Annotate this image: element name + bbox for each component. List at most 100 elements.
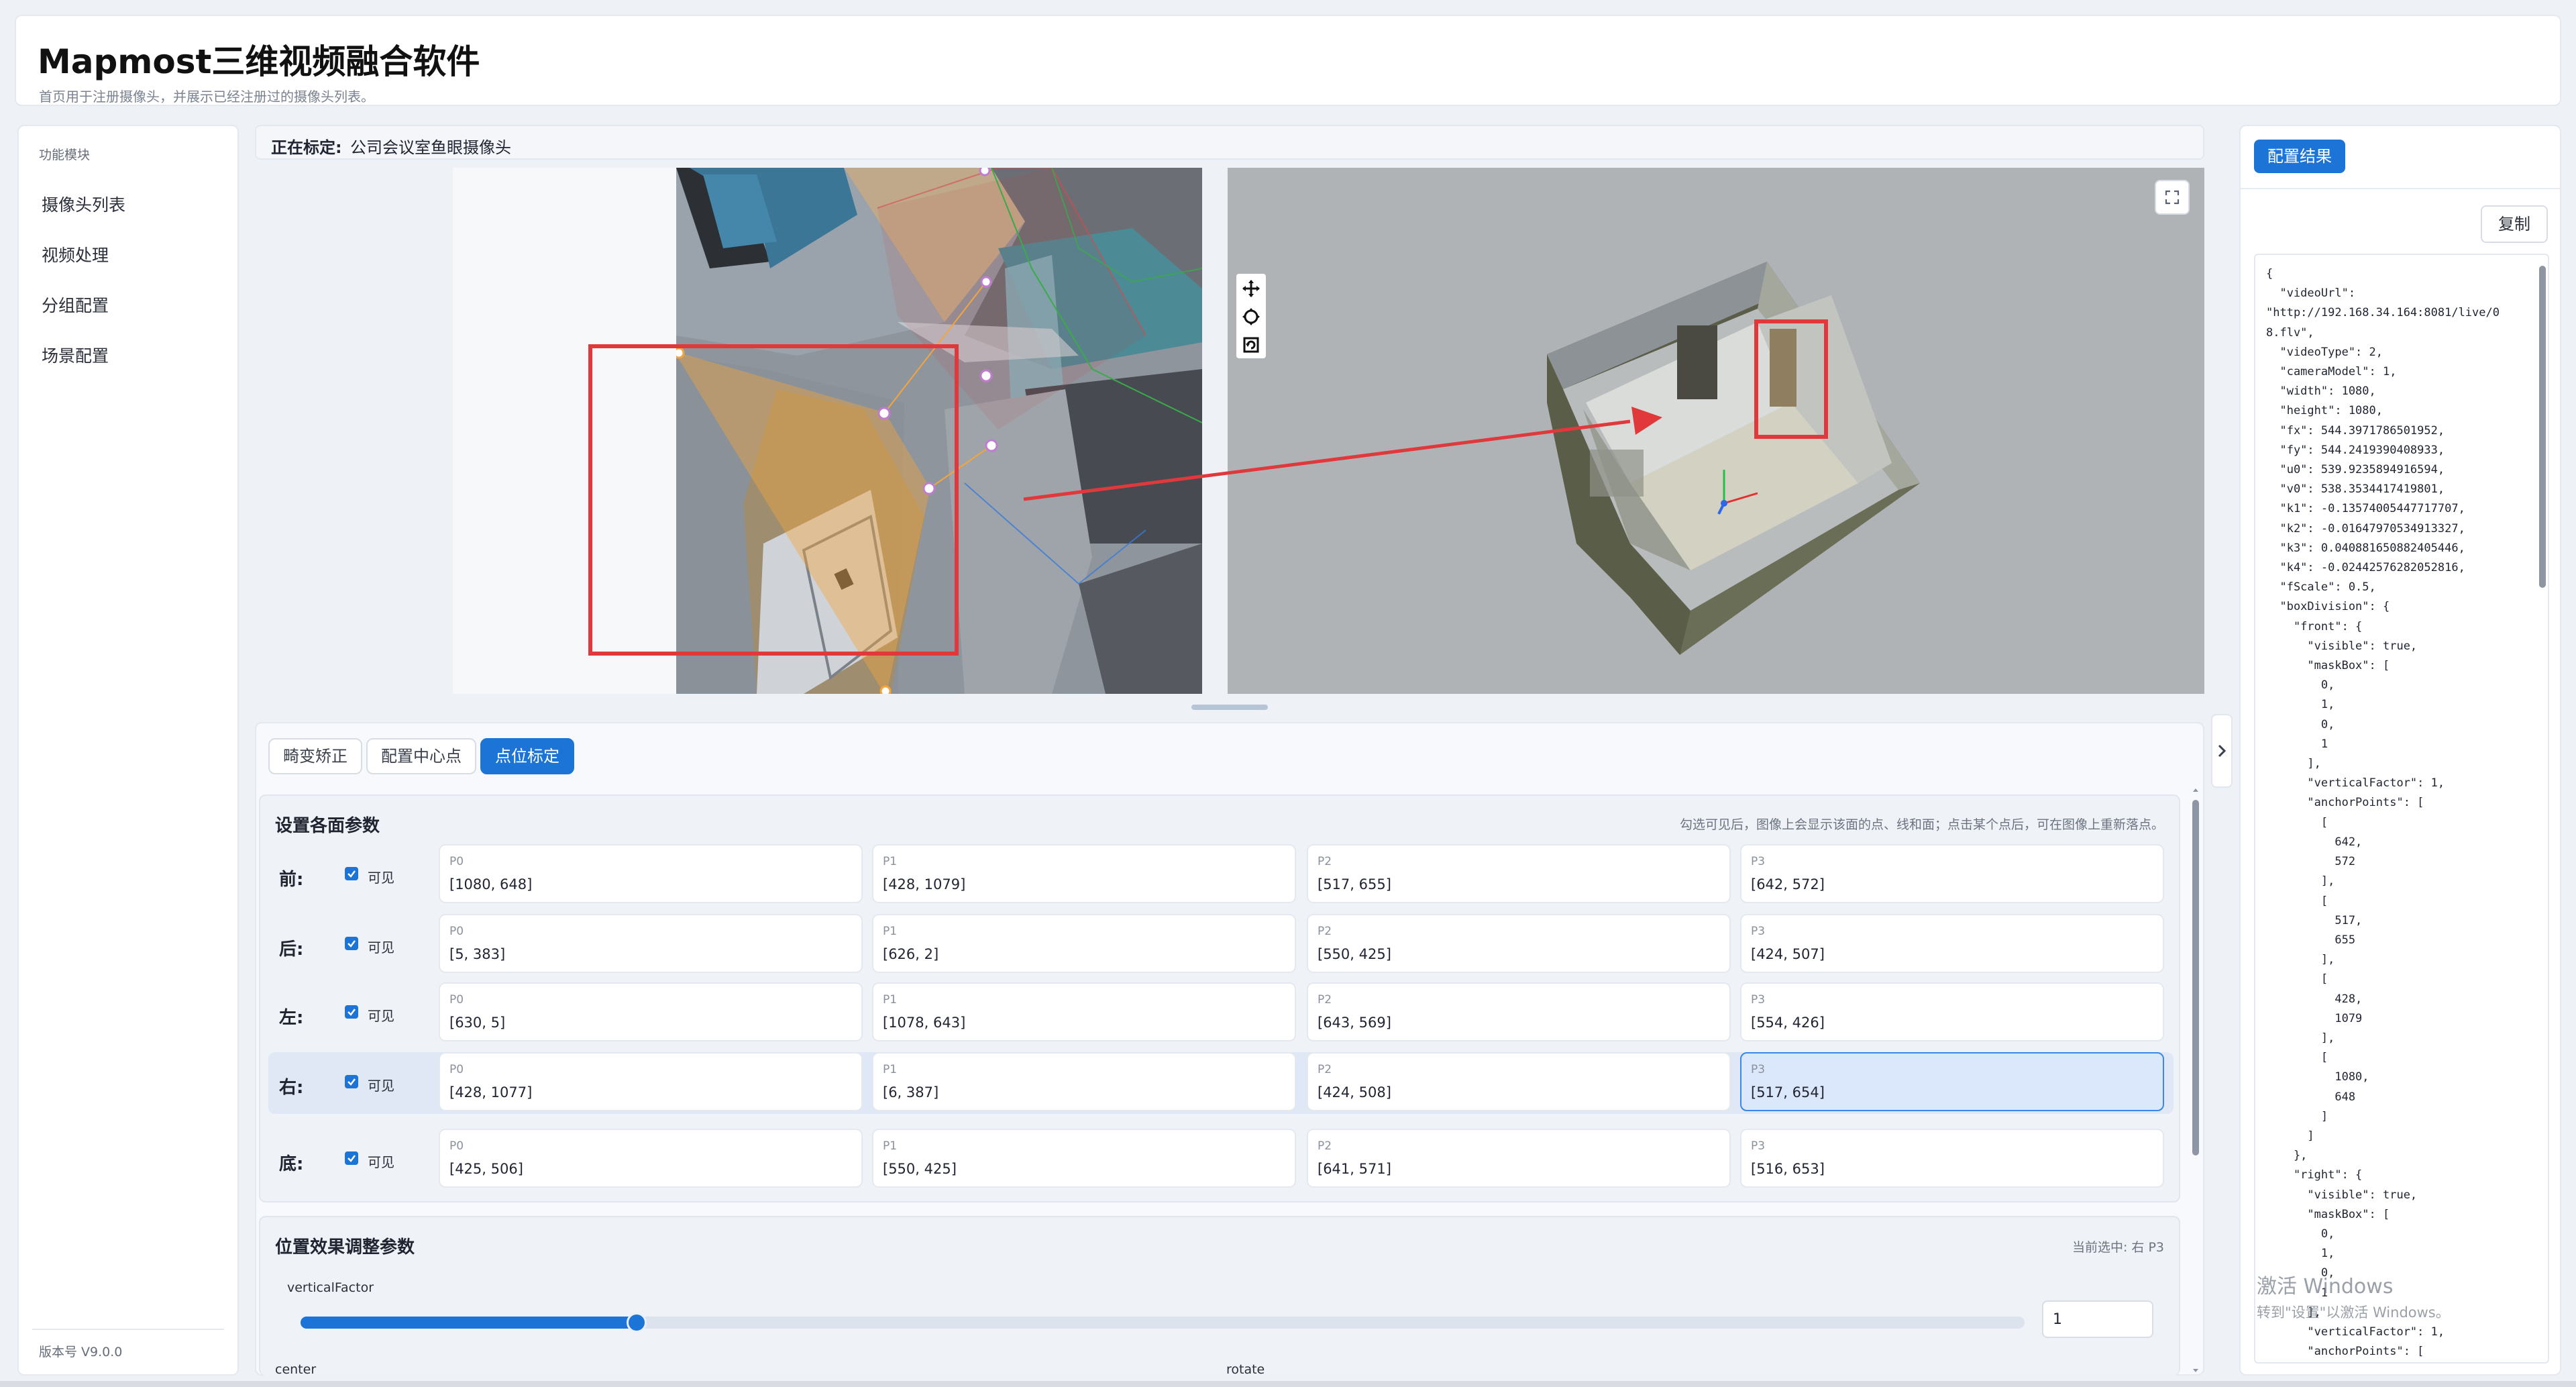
- point-value: [554, 426]: [1751, 1015, 1825, 1031]
- rotate-tool-button[interactable]: [1240, 306, 1262, 327]
- point-name: P2: [1318, 993, 1332, 1007]
- face-row: 底: 可见 P0 [425, 506] P1 [550, 425] P2 [641, 571]…: [268, 1129, 2174, 1190]
- point-value: [1078, 643]: [883, 1015, 966, 1031]
- point-card[interactable]: P0 [425, 506]: [439, 1129, 863, 1188]
- tab-config-result[interactable]: 配置结果: [2254, 140, 2345, 173]
- check-icon: [347, 1009, 356, 1016]
- vertical-factor-input[interactable]: [2042, 1300, 2153, 1338]
- face-visible-checkbox[interactable]: [345, 1075, 358, 1088]
- point-card[interactable]: P1 [550, 425]: [872, 1129, 1296, 1188]
- face-name: 前:: [279, 870, 304, 890]
- result-panel: 配置结果 复制 { "videoUrl": "http://192.168.34…: [2239, 125, 2561, 1376]
- point-value: [428, 1077]: [449, 1084, 533, 1100]
- point-name: P3: [1751, 1063, 1766, 1076]
- tab-point-calibration[interactable]: 点位标定: [480, 738, 574, 774]
- point-card[interactable]: P2 [550, 425]: [1307, 914, 1731, 973]
- reset-view-icon: [1243, 337, 1259, 353]
- face-visible-checkbox[interactable]: [345, 1151, 358, 1165]
- face-name: 右:: [279, 1078, 304, 1098]
- point-value: [5, 383]: [449, 946, 506, 962]
- check-icon: [347, 1155, 356, 1162]
- face-name: 左:: [279, 1008, 304, 1028]
- vertical-factor-slider-thumb[interactable]: [627, 1313, 647, 1333]
- fisheye-image[interactable]: [676, 168, 1202, 694]
- point-card[interactable]: P2 [643, 569]: [1307, 982, 1731, 1041]
- controls-scrollbar[interactable]: [2191, 785, 2200, 1376]
- point-name: P3: [1751, 855, 1766, 868]
- sidebar-item-video-processing[interactable]: 视频处理: [42, 242, 109, 266]
- point-card[interactable]: P2 [517, 655]: [1307, 844, 1731, 903]
- controls-scrollbar-thumb[interactable]: [2192, 800, 2199, 1155]
- vertical-factor-slider[interactable]: [301, 1313, 2025, 1333]
- face-visible-checkbox[interactable]: [345, 937, 358, 950]
- reset-view-button[interactable]: [1240, 334, 1262, 356]
- position-parameters-card: 位置效果调整参数 当前选中: 右 P3 verticalFactor cente…: [259, 1216, 2180, 1377]
- point-value: [516, 653]: [1751, 1161, 1825, 1177]
- point-value: [1080, 648]: [449, 876, 533, 892]
- face-visible-checkbox[interactable]: [345, 867, 358, 880]
- config-json-viewer[interactable]: { "videoUrl": "http://192.168.34.164:808…: [2254, 254, 2549, 1364]
- face-parameters-title: 设置各面参数: [275, 816, 380, 836]
- point-card[interactable]: P0 [5, 383]: [439, 914, 863, 973]
- face-visible-checkbox[interactable]: [345, 1005, 358, 1019]
- point-name: P0: [449, 993, 464, 1007]
- point-card[interactable]: P3 [642, 572]: [1740, 844, 2164, 903]
- point-card[interactable]: P3 [424, 507]: [1740, 914, 2164, 973]
- sidebar-item-camera-list[interactable]: 摄像头列表: [42, 192, 125, 216]
- point-name: P2: [1318, 1063, 1332, 1076]
- vertical-factor-slider-fill: [301, 1317, 637, 1329]
- sidebar-heading: 功能模块: [39, 148, 91, 162]
- face-visible-label: 可见: [368, 1154, 394, 1170]
- point-name: P0: [449, 1139, 464, 1153]
- face-visible-label: 可见: [368, 939, 394, 956]
- point-card[interactable]: P2 [424, 508]: [1307, 1052, 1731, 1111]
- point-name: P1: [883, 925, 898, 938]
- point-name: P1: [883, 993, 898, 1007]
- point-card[interactable]: P2 [641, 571]: [1307, 1129, 1731, 1188]
- point-card[interactable]: P1 [6, 387]: [872, 1052, 1296, 1111]
- point-value: [6, 387]: [883, 1084, 939, 1100]
- center-label: center: [275, 1362, 317, 1377]
- point-card[interactable]: P3 [554, 426]: [1740, 982, 2164, 1041]
- point-name: P1: [883, 1139, 898, 1153]
- point-card[interactable]: P1 [626, 2]: [872, 914, 1296, 973]
- face-row: 后: 可见 P0 [5, 383] P1 [626, 2] P2 [550, 425] P3 [4…: [268, 914, 2174, 976]
- version-label: 版本号 V9.0.0: [39, 1345, 123, 1359]
- point-value: [424, 507]: [1751, 946, 1825, 962]
- face-visible-label: 可见: [368, 870, 394, 886]
- point-card[interactable]: P3 [517, 654]: [1740, 1052, 2164, 1111]
- sidebar-item-scene-config[interactable]: 场景配置: [42, 343, 109, 367]
- point-card[interactable]: P0 [630, 5]: [439, 982, 863, 1041]
- fullscreen-button[interactable]: [2155, 180, 2190, 215]
- point-card[interactable]: P0 [428, 1077]: [439, 1052, 863, 1111]
- point-name: P2: [1318, 855, 1332, 868]
- point-name: P3: [1751, 1139, 1766, 1153]
- point-card[interactable]: P1 [428, 1079]: [872, 844, 1296, 903]
- copy-button[interactable]: 复制: [2481, 205, 2548, 243]
- pan-tool-button[interactable]: [1240, 278, 1262, 299]
- scroll-up-icon: [2193, 788, 2198, 792]
- activation-line-1: 激活 Windows: [2257, 1275, 2394, 1298]
- point-card[interactable]: P1 [1078, 643]: [872, 982, 1296, 1041]
- json-scrollbar-thumb[interactable]: [2539, 266, 2546, 588]
- point-value: [642, 572]: [1751, 876, 1825, 892]
- sidebar-item-group-config[interactable]: 分组配置: [42, 293, 109, 317]
- current-selection-label: 当前选中: 右 P3: [2072, 1240, 2164, 1255]
- point-card[interactable]: P3 [516, 653]: [1740, 1129, 2164, 1188]
- vertical-factor-label: verticalFactor: [287, 1280, 374, 1295]
- point-name: P3: [1751, 993, 1766, 1007]
- tab-distortion-correction[interactable]: 畸变矫正: [268, 738, 362, 774]
- app-title: Mapmost三维视频融合软件: [38, 42, 480, 81]
- sidebar-divider: [32, 1329, 224, 1330]
- tab-center-point[interactable]: 配置中心点: [366, 738, 476, 774]
- collapse-right-panel-button[interactable]: [2211, 714, 2233, 788]
- point-value: [550, 425]: [1318, 946, 1391, 962]
- json-scrollbar[interactable]: [2536, 255, 2548, 1362]
- model-3d-viewer[interactable]: [1228, 168, 2204, 694]
- config-json-text: { "videoUrl": "http://192.168.34.164:808…: [2266, 267, 2500, 1359]
- face-visible-label: 可见: [368, 1078, 394, 1094]
- app-subtitle: 首页用于注册摄像头，并展示已经注册过的摄像头列表。: [39, 89, 374, 105]
- viewer-splitter-handle[interactable]: [1191, 705, 1268, 710]
- point-value: [550, 425]: [883, 1161, 957, 1177]
- point-card[interactable]: P0 [1080, 648]: [439, 844, 863, 903]
